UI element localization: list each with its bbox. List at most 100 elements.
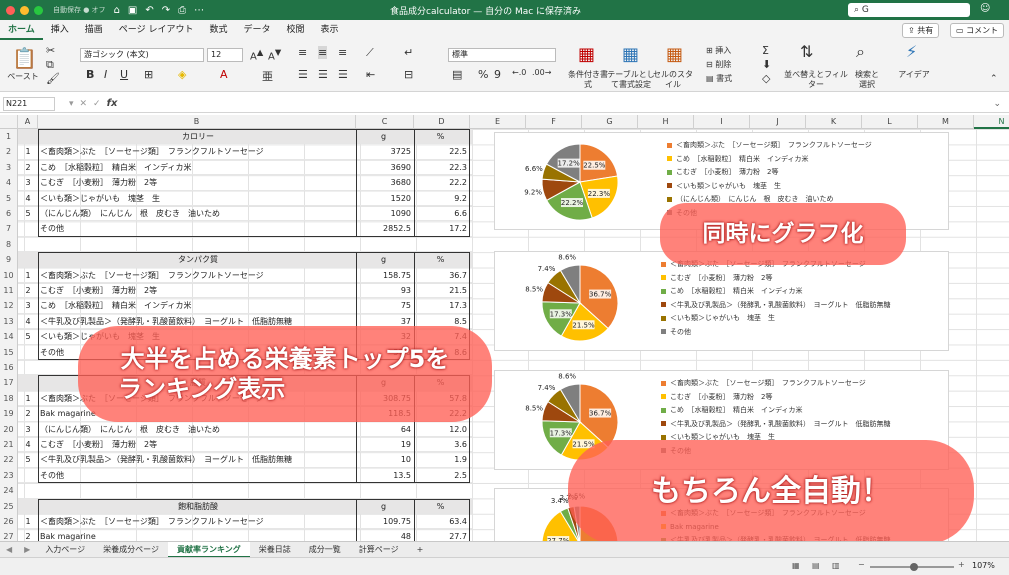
find-select-button[interactable]: 検索と選択 xyxy=(852,70,882,90)
select-all-corner[interactable] xyxy=(0,115,18,129)
name-box[interactable]: N221 xyxy=(3,96,55,111)
border-icon[interactable]: ⊞ xyxy=(144,68,153,81)
align-middle-icon[interactable]: ≡ xyxy=(318,46,328,59)
share-button[interactable]: ⇪ 共有 xyxy=(902,23,940,38)
autosave-toggle[interactable]: 自動保存 ● オフ xyxy=(53,5,106,15)
legend-item[interactable]: その他 xyxy=(661,326,891,340)
phonetic-icon[interactable]: 亜 xyxy=(262,68,273,84)
table-row[interactable]: 8 xyxy=(0,236,472,253)
row-number[interactable]: 10 xyxy=(0,267,18,283)
paste-icon[interactable]: 📋 xyxy=(12,46,37,70)
more-icon[interactable]: ⋯ xyxy=(194,5,204,16)
ribbon-tab-7[interactable]: 表示 xyxy=(313,20,347,40)
number-format-select[interactable]: 標準 xyxy=(448,48,556,62)
font-color-icon[interactable]: A xyxy=(220,68,228,81)
bold-icon[interactable]: B xyxy=(86,68,94,81)
zoom-out-icon[interactable]: − xyxy=(858,560,865,569)
legend-item[interactable]: こめ ［水稲穀粒］ 精白米 インディカ米 xyxy=(661,285,891,299)
legend-item[interactable]: ＜いも類＞じゃがいも 塊茎 生 xyxy=(661,312,891,326)
row-number[interactable]: 15 xyxy=(0,344,18,360)
sheet-tab-5[interactable]: 計算ページ xyxy=(350,542,408,558)
legend-item[interactable]: こむぎ ［小麦粉］ 薄力粉 2等 xyxy=(667,166,872,180)
format-cells-button[interactable]: ▤ 書式 xyxy=(706,74,732,84)
font-name-select[interactable]: 游ゴシック (本文) xyxy=(80,48,204,62)
legend-item[interactable]: ＜畜肉類＞ぶた ［ソーセージ類］ フランクフルトソーセージ xyxy=(661,377,891,391)
align-top-icon[interactable]: ≡ xyxy=(298,46,307,59)
redo-icon[interactable]: ↷ xyxy=(162,5,170,16)
zoom-slider[interactable] xyxy=(870,563,954,571)
row-number[interactable]: 18 xyxy=(0,390,18,407)
expand-formula-icon[interactable]: ⌄ xyxy=(993,99,1001,109)
ideas-button[interactable]: アイデア xyxy=(896,70,932,80)
cut-icon[interactable]: ✂ xyxy=(46,44,55,57)
insert-cells-button[interactable]: ⊞ 挿入 xyxy=(706,46,731,56)
column-header-J[interactable]: J xyxy=(750,115,806,129)
comment-button[interactable]: ▭ コメント xyxy=(950,23,1005,38)
row-number[interactable]: 1 xyxy=(0,129,18,145)
ribbon-tab-6[interactable]: 校閲 xyxy=(278,20,312,40)
sort-filter-icon[interactable]: ⇅ xyxy=(800,42,813,61)
close-window-button[interactable] xyxy=(6,5,15,15)
row-number[interactable]: 26 xyxy=(0,514,18,530)
column-header-E[interactable]: E xyxy=(470,115,526,129)
row-number[interactable]: 4 xyxy=(0,175,18,191)
page-break-view-icon[interactable]: ▥ xyxy=(832,561,840,570)
normal-view-icon[interactable]: ▦ xyxy=(792,561,800,570)
formula-cancel-confirm-icons[interactable]: ▾✕✓ xyxy=(69,99,107,109)
sheet-tab-0[interactable]: 入力ページ xyxy=(36,542,94,558)
column-header-K[interactable]: K xyxy=(806,115,862,129)
align-right-icon[interactable]: ☰ xyxy=(338,68,348,81)
minimize-window-button[interactable] xyxy=(20,5,29,15)
legend-item[interactable]: こめ ［水稲穀粒］ 精白米 インディカ米 xyxy=(667,153,872,167)
print-icon[interactable]: ⎙ xyxy=(178,5,186,16)
chart-protein[interactable]: 36.7% 21.5% 17.3% 8.5% 7.4%8.6% ＜畜肉類＞ぶた ［ソーセ… xyxy=(494,251,949,351)
comma-icon[interactable]: 9 xyxy=(494,68,501,81)
cell-style-button[interactable]: セルのスタイル xyxy=(652,70,694,90)
percent-icon[interactable]: % xyxy=(478,68,488,81)
underline-icon[interactable]: U xyxy=(120,68,128,81)
indent-icon[interactable]: ⇤ xyxy=(366,68,375,81)
tab-scroll-right-icon[interactable]: ▶ xyxy=(18,545,36,554)
sheet-tab-4[interactable]: 成分一覧 xyxy=(300,542,350,558)
account-icon[interactable]: ☺ xyxy=(980,3,990,14)
increase-decimal-icon[interactable]: ←.0 xyxy=(512,68,526,77)
ribbon-tab-0[interactable]: ホーム xyxy=(0,20,43,40)
decrease-decimal-icon[interactable]: .00→ xyxy=(532,68,551,77)
row-number[interactable]: 13 xyxy=(0,313,18,330)
undo-icon[interactable]: ↶ xyxy=(145,5,153,16)
add-sheet-button[interactable]: + xyxy=(408,542,433,558)
align-center-icon[interactable]: ☰ xyxy=(318,68,328,81)
legend-item[interactable]: ＜いも類＞じゃがいも 塊茎 生 xyxy=(667,180,872,194)
align-bottom-icon[interactable]: ≡ xyxy=(338,46,347,59)
save-icon[interactable]: ▣ xyxy=(128,5,137,16)
row-number[interactable]: 11 xyxy=(0,283,18,299)
decrease-font-icon[interactable]: A▼ xyxy=(268,47,281,62)
home-icon[interactable]: ⌂ xyxy=(114,5,120,16)
sheet-tab-1[interactable]: 栄養成分ページ xyxy=(94,542,168,558)
column-header-H[interactable]: H xyxy=(638,115,694,129)
ideas-icon[interactable]: ⚡ xyxy=(906,42,917,61)
function-icon[interactable]: fx xyxy=(107,98,118,109)
row-number[interactable]: 22 xyxy=(0,452,18,468)
sheet-tab-2[interactable]: 貢献率ランキング xyxy=(168,541,250,558)
row-number[interactable]: 25 xyxy=(0,498,18,514)
row-number[interactable]: 9 xyxy=(0,252,18,268)
zoom-window-button[interactable] xyxy=(34,5,43,15)
page-layout-view-icon[interactable]: ▤ xyxy=(812,561,820,570)
row-number[interactable]: 27 xyxy=(0,529,18,541)
row-number[interactable]: 24 xyxy=(0,483,18,499)
column-header-M[interactable]: M xyxy=(918,115,974,129)
delete-cells-button[interactable]: ⊟ 削除 xyxy=(706,60,731,70)
find-select-icon[interactable]: ⌕ xyxy=(856,42,865,62)
tab-scroll-left-icon[interactable]: ◀ xyxy=(0,545,18,554)
fill-color-icon[interactable]: ◈ xyxy=(178,68,186,81)
sheet-tab-3[interactable]: 栄養日誌 xyxy=(250,542,300,558)
row-number[interactable]: 21 xyxy=(0,437,18,453)
italic-icon[interactable]: I xyxy=(104,68,107,81)
column-header-A[interactable]: A xyxy=(18,115,38,129)
format-painter-icon[interactable]: 🖌 xyxy=(46,72,60,85)
row-number[interactable]: 2 xyxy=(0,144,18,160)
increase-font-icon[interactable]: A▲ xyxy=(250,47,263,62)
legend-item[interactable]: こむぎ ［小麦粉］ 薄力粉 2等 xyxy=(661,272,891,286)
row-number[interactable]: 3 xyxy=(0,159,18,176)
